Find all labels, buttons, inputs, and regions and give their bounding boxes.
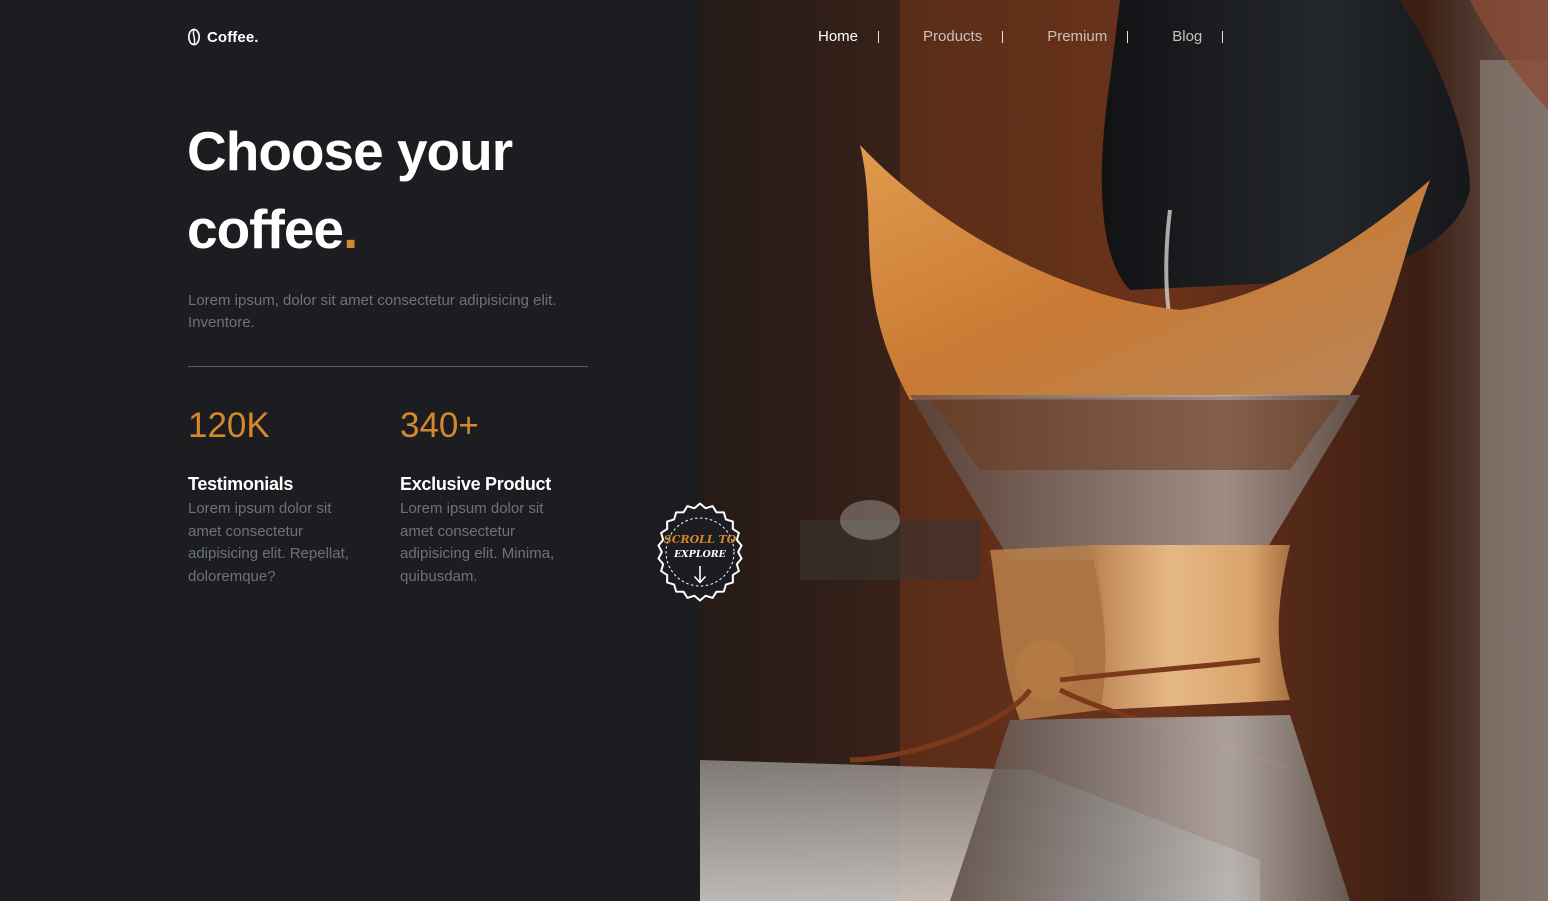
hero-title-accent: . (343, 198, 358, 260)
stat-label: Exclusive Product (400, 474, 551, 494)
nav-item-premium[interactable]: Premium (1047, 28, 1107, 45)
scroll-to-explore-badge[interactable]: SCROLL TO EXPLORE (650, 502, 750, 602)
hero-title-line2: coffee (187, 198, 344, 260)
left-panel: Coffee. Choose your coffee. Lorem ipsum,… (0, 0, 700, 901)
badge-text-line2: EXPLORE (673, 549, 727, 560)
nav-separator (1222, 30, 1224, 43)
nav-item-products[interactable]: Products (923, 28, 982, 45)
main-nav: Home Products Premium Blog (818, 28, 1224, 45)
coffee-bean-icon (188, 28, 200, 46)
nav-separator (1127, 30, 1129, 43)
nav-item-blog[interactable]: Blog (1172, 28, 1202, 45)
stat-exclusive-product: 340+ Exclusive Product Lorem ipsum dolor… (400, 400, 580, 588)
nav-separator (1002, 30, 1004, 43)
badge-text-line1: SCROLL TO (664, 533, 737, 546)
coffee-pourover-photo (700, 0, 1548, 901)
stat-value: 120K (188, 406, 270, 445)
hero-title: Choose your coffee. (187, 112, 607, 268)
nav-item-home[interactable]: Home (818, 28, 858, 45)
stat-description: Lorem ipsum dolor sit amet consectetur a… (188, 500, 349, 585)
divider (188, 366, 588, 367)
scroll-badge-graphic: SCROLL TO EXPLORE (657, 502, 743, 602)
hero-title-line1: Choose your (187, 120, 513, 182)
hero-description: Lorem ipsum, dolor sit amet consectetur … (188, 292, 557, 331)
brand-logo[interactable]: Coffee. (187, 28, 259, 46)
stat-testimonials: 120K Testimonials Lorem ipsum dolor sit … (188, 400, 368, 588)
hero-image-panel (700, 0, 1548, 901)
nav-separator (878, 30, 880, 43)
brand-name: Coffee. (207, 28, 259, 46)
stat-value: 340+ (400, 406, 479, 445)
stat-description: Lorem ipsum dolor sit amet consectetur a… (400, 500, 555, 585)
stat-label: Testimonials (188, 474, 294, 494)
